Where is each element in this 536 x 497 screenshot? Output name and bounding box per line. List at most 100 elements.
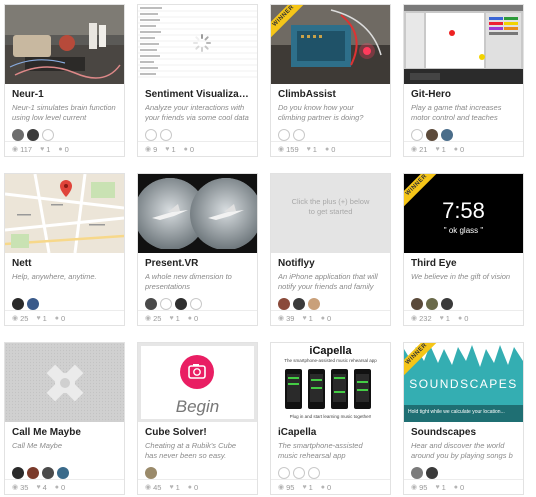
- poster-title: iCapella: [309, 345, 352, 357]
- heart-icon[interactable]: ♥: [302, 315, 306, 322]
- project-title[interactable]: Third Eye: [411, 258, 516, 270]
- heart-icon[interactable]: ♥: [307, 146, 311, 153]
- avatar[interactable]: [278, 129, 290, 141]
- project-card[interactable]: SOUNDSCAPES Hold tight while we calculat…: [403, 342, 524, 495]
- avatar[interactable]: [426, 129, 438, 141]
- heart-icon[interactable]: ♥: [36, 484, 40, 491]
- project-card[interactable]: Nett Help, anywhere, anytime. ◉ 25 ♥ 1 ● 0: [4, 173, 125, 326]
- avatar[interactable]: [27, 298, 39, 310]
- heart-icon[interactable]: ♥: [302, 484, 306, 491]
- comment-icon[interactable]: ●: [55, 484, 59, 491]
- avatar[interactable]: [411, 298, 423, 310]
- avatar[interactable]: [27, 467, 39, 479]
- project-thumbnail[interactable]: WINNER: [271, 5, 390, 84]
- avatar[interactable]: [12, 467, 24, 479]
- avatar[interactable]: [278, 298, 290, 310]
- heart-icon[interactable]: ♥: [435, 146, 439, 153]
- heart-icon[interactable]: ♥: [40, 146, 44, 153]
- avatar[interactable]: [175, 298, 187, 310]
- avatar[interactable]: [145, 467, 157, 479]
- avatar[interactable]: [441, 129, 453, 141]
- project-card[interactable]: Present.VR A whole new dimension to pres…: [137, 173, 258, 326]
- comment-icon[interactable]: ●: [321, 484, 325, 491]
- project-card[interactable]: WINNER ClimbAssist Do you know how your …: [270, 4, 391, 157]
- comments-count: 0: [61, 313, 66, 323]
- comment-icon[interactable]: ●: [188, 484, 192, 491]
- avatar[interactable]: [12, 298, 24, 310]
- project-stats: ◉ 35 ♥ 4 ● 0: [5, 479, 124, 494]
- heart-icon[interactable]: ♥: [435, 484, 439, 491]
- comment-icon[interactable]: ●: [454, 484, 458, 491]
- project-title[interactable]: Nett: [12, 258, 117, 270]
- project-thumbnail[interactable]: [5, 5, 124, 84]
- poster-subtitle: The smartphone-assisted music rehearsal …: [284, 358, 377, 363]
- project-thumbnail[interactable]: iCapella The smartphone-assisted music r…: [271, 343, 390, 422]
- comment-icon[interactable]: ●: [454, 146, 458, 153]
- project-card[interactable]: Sentiment Visualization Analyze your int…: [137, 4, 258, 157]
- project-card[interactable]: 7:58 " ok glass " WINNER Third Eye We be…: [403, 173, 524, 326]
- project-thumbnail[interactable]: 7:58 " ok glass " WINNER: [404, 174, 523, 253]
- project-card[interactable]: Git-Hero Play a game that increases moto…: [403, 4, 524, 157]
- project-card[interactable]: Call Me Maybe Call Me Maybe ◉ 35 ♥ 4 ● 0: [4, 342, 125, 495]
- comment-icon[interactable]: ●: [184, 146, 188, 153]
- avatar[interactable]: [190, 298, 202, 310]
- heart-icon[interactable]: ♥: [36, 315, 40, 322]
- project-title[interactable]: Notiflyy: [278, 258, 383, 270]
- avatar[interactable]: [293, 298, 305, 310]
- project-title[interactable]: ClimbAssist: [278, 89, 383, 101]
- project-title[interactable]: Git-Hero: [411, 89, 516, 101]
- project-thumbnail[interactable]: SOUNDSCAPES Hold tight while we calculat…: [404, 343, 523, 422]
- project-title[interactable]: Present.VR: [145, 258, 250, 270]
- comment-icon[interactable]: ●: [55, 315, 59, 322]
- project-thumbnail[interactable]: [138, 5, 257, 84]
- project-title[interactable]: Neur-1: [12, 89, 117, 101]
- project-card[interactable]: Click the plus (+) below to get started …: [270, 173, 391, 326]
- project-card[interactable]: Begin Cube Solver! Cheating at a Rubik's…: [137, 342, 258, 495]
- avatar[interactable]: [293, 467, 305, 479]
- avatar[interactable]: [145, 129, 157, 141]
- project-title[interactable]: Soundscapes: [411, 427, 516, 439]
- avatar[interactable]: [57, 467, 69, 479]
- avatar[interactable]: [42, 129, 54, 141]
- avatar[interactable]: [426, 467, 438, 479]
- project-title[interactable]: iCapella: [278, 427, 383, 439]
- project-title[interactable]: Sentiment Visualization: [145, 89, 250, 101]
- heart-icon[interactable]: ♥: [169, 484, 173, 491]
- avatar[interactable]: [278, 467, 290, 479]
- project-thumbnail[interactable]: [5, 174, 124, 253]
- comment-icon[interactable]: ●: [321, 315, 325, 322]
- project-thumbnail[interactable]: [5, 343, 124, 422]
- heart-icon[interactable]: ♥: [440, 315, 444, 322]
- avatar[interactable]: [160, 298, 172, 310]
- avatar[interactable]: [411, 467, 423, 479]
- avatar[interactable]: [426, 298, 438, 310]
- heart-icon[interactable]: ♥: [165, 146, 169, 153]
- avatar[interactable]: [160, 129, 172, 141]
- project-card[interactable]: iCapella The smartphone-assisted music r…: [270, 342, 391, 495]
- avatar[interactable]: [42, 467, 54, 479]
- comment-icon[interactable]: ●: [188, 315, 192, 322]
- project-thumbnail[interactable]: [404, 5, 523, 84]
- avatar[interactable]: [308, 298, 320, 310]
- avatar[interactable]: [145, 298, 157, 310]
- avatar[interactable]: [293, 129, 305, 141]
- team-avatars: [12, 298, 117, 310]
- project-card[interactable]: Neur-1 Neur-1 simulates brain function u…: [4, 4, 125, 157]
- project-title[interactable]: Call Me Maybe: [12, 427, 117, 439]
- avatar[interactable]: [441, 298, 453, 310]
- comments-count: 0: [194, 482, 199, 492]
- project-thumbnail[interactable]: Begin: [138, 343, 257, 422]
- avatar[interactable]: [308, 467, 320, 479]
- project-thumbnail[interactable]: Click the plus (+) below to get started: [271, 174, 390, 253]
- empty-thumbnail-hint: Click the plus (+) below to get started: [291, 196, 370, 216]
- avatar[interactable]: [12, 129, 24, 141]
- project-title[interactable]: Cube Solver!: [145, 427, 250, 439]
- avatar[interactable]: [27, 129, 39, 141]
- project-thumbnail[interactable]: [138, 174, 257, 253]
- comment-icon[interactable]: ●: [325, 146, 329, 153]
- avatar[interactable]: [411, 129, 423, 141]
- comment-icon[interactable]: ●: [58, 146, 62, 153]
- project-description: Help, anywhere, anytime.: [12, 272, 97, 281]
- comment-icon[interactable]: ●: [458, 315, 462, 322]
- heart-icon[interactable]: ♥: [169, 315, 173, 322]
